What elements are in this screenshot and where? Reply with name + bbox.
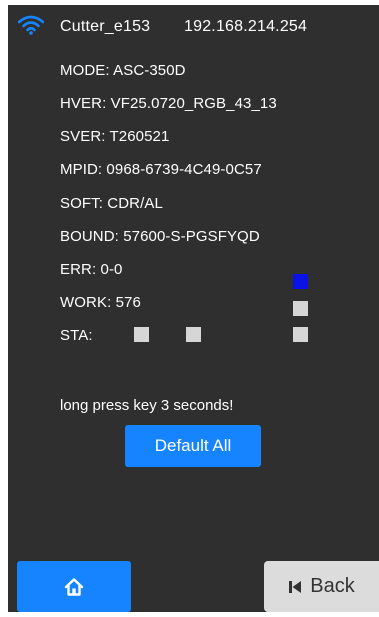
hint-text: long press key 3 seconds!	[60, 397, 234, 414]
status-indicator	[293, 301, 308, 316]
wifi-icon	[17, 15, 45, 35]
sta-line: STA:	[60, 327, 93, 344]
status-header: Cutter_e153 192.168.214.254	[8, 5, 379, 49]
back-button[interactable]: Back	[264, 561, 379, 612]
back-label: Back	[310, 575, 355, 597]
mpid-line: MPID: 0968-6739-4C49-0C57	[60, 161, 262, 178]
soft-line: SOFT: CDR/AL	[60, 195, 163, 212]
default-all-button[interactable]: Default All	[125, 425, 261, 467]
device-screen: Cutter_e153 192.168.214.254 MODE: ASC-35…	[8, 5, 379, 612]
device-name: Cutter_e153	[60, 18, 151, 35]
status-indicator-blue	[293, 274, 308, 289]
work-line: WORK: 576	[60, 294, 141, 311]
skip-back-icon	[288, 580, 302, 594]
status-indicator	[293, 327, 308, 342]
bound-line: BOUND: 57600-S-PGSFYQD	[60, 228, 260, 245]
sta-indicator	[134, 327, 149, 342]
sta-indicator	[186, 327, 201, 342]
ip-address: 192.168.214.254	[184, 18, 308, 35]
hver-line: HVER: VF25.0720_RGB_43_13	[60, 95, 277, 112]
mode-line: MODE: ASC-350D	[60, 62, 186, 79]
home-icon	[64, 577, 84, 597]
sver-line: SVER: T260521	[60, 128, 170, 145]
err-line: ERR: 0-0	[60, 261, 123, 278]
home-button[interactable]	[17, 561, 131, 612]
